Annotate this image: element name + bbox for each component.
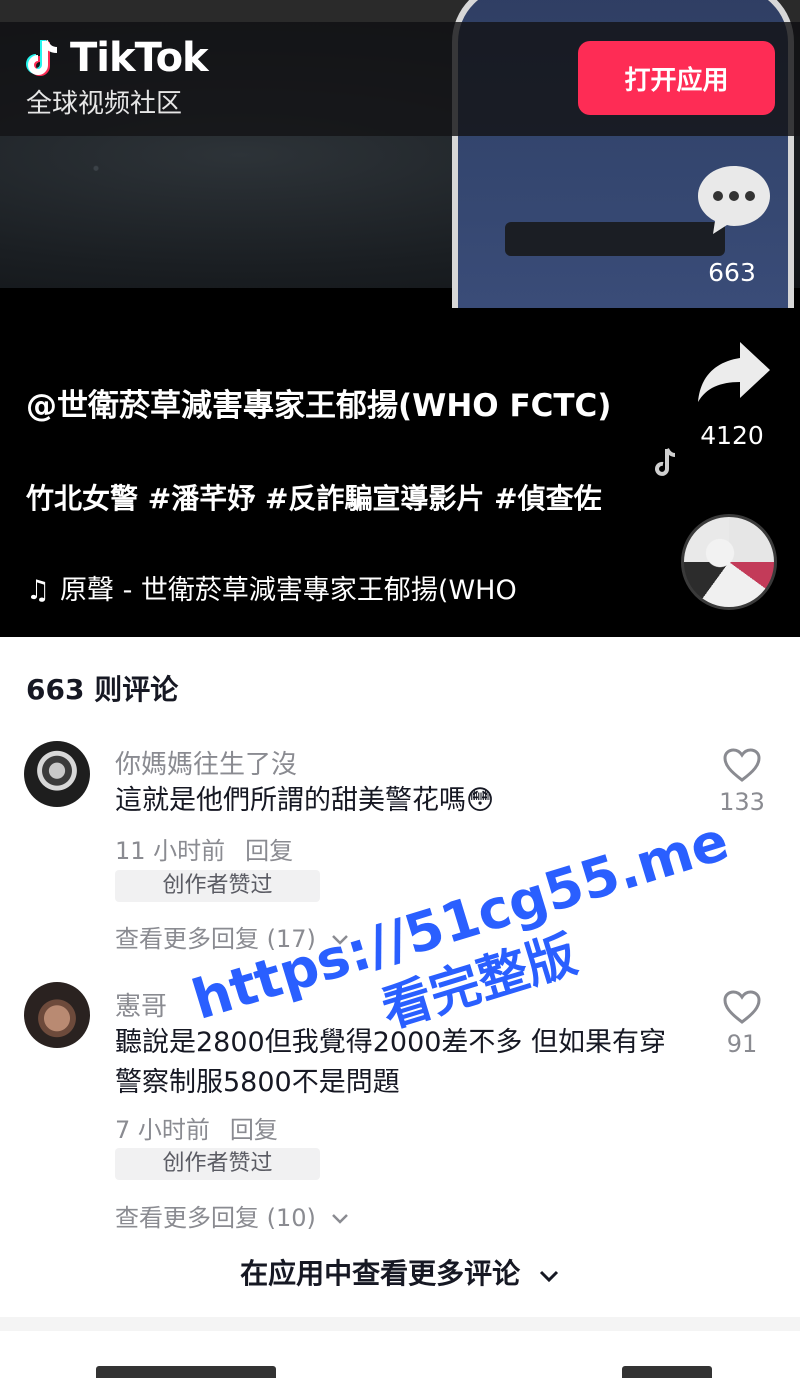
music-note-icon: ♫: [26, 575, 51, 606]
comment-text: 聽說是2800但我覺得2000差不多 但如果有穿警察制服5800不是問題: [115, 1027, 667, 1098]
share-count: 4120: [700, 421, 764, 450]
chevron-down-icon: [331, 1214, 348, 1224]
chevron-down-icon: [331, 935, 348, 945]
comments-count-title: 663 则评论: [26, 673, 179, 706]
tiktok-logo[interactable]: TikTok: [26, 35, 209, 81]
tiktok-note-icon: [26, 38, 64, 78]
comment-meta: 7 小时前 回复: [115, 1110, 278, 1145]
video-subject-belt: [505, 222, 725, 256]
comment-text: 這就是他們所謂的甜美警花嗎😳: [115, 785, 495, 816]
logo-text: TikTok: [70, 35, 209, 81]
music-disc[interactable]: [681, 514, 777, 610]
avatar[interactable]: [24, 982, 90, 1048]
music-title: 原聲 - 世衛菸草減害專家王郁揚(WHO: [60, 575, 517, 606]
more-replies-label: 查看更多回复 (10): [115, 1204, 316, 1232]
see-more-comments-button[interactable]: 在应用中查看更多评论: [0, 1252, 800, 1292]
comment-item: 憲哥 聽說是2800但我覺得2000差不多 但如果有穿警察制服5800不是問題 …: [0, 972, 800, 1232]
reply-button[interactable]: 回复: [245, 837, 293, 865]
view-more-replies-button[interactable]: 查看更多回复 (10): [115, 1198, 350, 1233]
logo-subtitle: 全球视频社区: [26, 89, 183, 119]
creator-liked-badge: 创作者赞过: [115, 1148, 320, 1180]
comment-time: 7 小时前: [115, 1116, 210, 1144]
heart-icon: [723, 990, 761, 1024]
like-count: 91: [726, 1030, 758, 1058]
like-count: 133: [719, 788, 765, 816]
open-app-button[interactable]: 打开应用: [578, 41, 775, 115]
comment-meta: 11 小时前 回复: [115, 831, 293, 866]
section-divider: [0, 1317, 800, 1331]
like-button[interactable]: [722, 747, 762, 783]
next-section-cut-off: [0, 1362, 800, 1378]
comment-time: 11 小时前: [115, 837, 226, 865]
video-hashtags[interactable]: 竹北女警 #潘芊妤 #反詐騙宣導影片 #偵查佐: [26, 480, 646, 518]
heart-icon: [723, 748, 761, 782]
creator-liked-badge: 创作者赞过: [115, 870, 320, 902]
comment-item: 你媽媽往生了沒 這就是他們所謂的甜美警花嗎😳 11 小时前 回复 创作者赞过 查看…: [0, 730, 800, 960]
avatar[interactable]: [24, 741, 90, 807]
chat-bubble-icon: [698, 166, 770, 234]
comment-username[interactable]: 你媽媽往生了沒: [115, 744, 297, 781]
comment-username[interactable]: 憲哥: [115, 986, 167, 1023]
see-more-label: 在应用中查看更多评论: [240, 1257, 521, 1290]
video-author-caption[interactable]: @世衛菸草減害專家王郁揚(WHO FCTC): [26, 385, 656, 427]
share-button[interactable]: [694, 338, 774, 408]
view-more-replies-button[interactable]: 查看更多回复 (17): [115, 919, 350, 954]
music-info[interactable]: ♫ 原聲 - 世衛菸草減害專家王郁揚(WHO: [26, 573, 646, 609]
cut-off-text-right: [622, 1366, 712, 1378]
floating-note-icon: [653, 447, 677, 481]
more-replies-label: 查看更多回复 (17): [115, 925, 316, 953]
like-button[interactable]: [722, 989, 762, 1025]
comment-count: 663: [708, 258, 756, 287]
comment-bubble-button[interactable]: [694, 160, 774, 240]
cut-off-text-left: [96, 1366, 276, 1378]
app-header: TikTok 全球视频社区 打开应用: [0, 22, 800, 136]
share-arrow-icon: [698, 342, 770, 402]
reply-button[interactable]: 回复: [230, 1116, 278, 1144]
chevron-down-icon: [539, 1270, 558, 1283]
video-player[interactable]: TikTok 全球视频社区 打开应用 663 4120 @世衛菸草減害專家王郁揚…: [0, 0, 800, 637]
